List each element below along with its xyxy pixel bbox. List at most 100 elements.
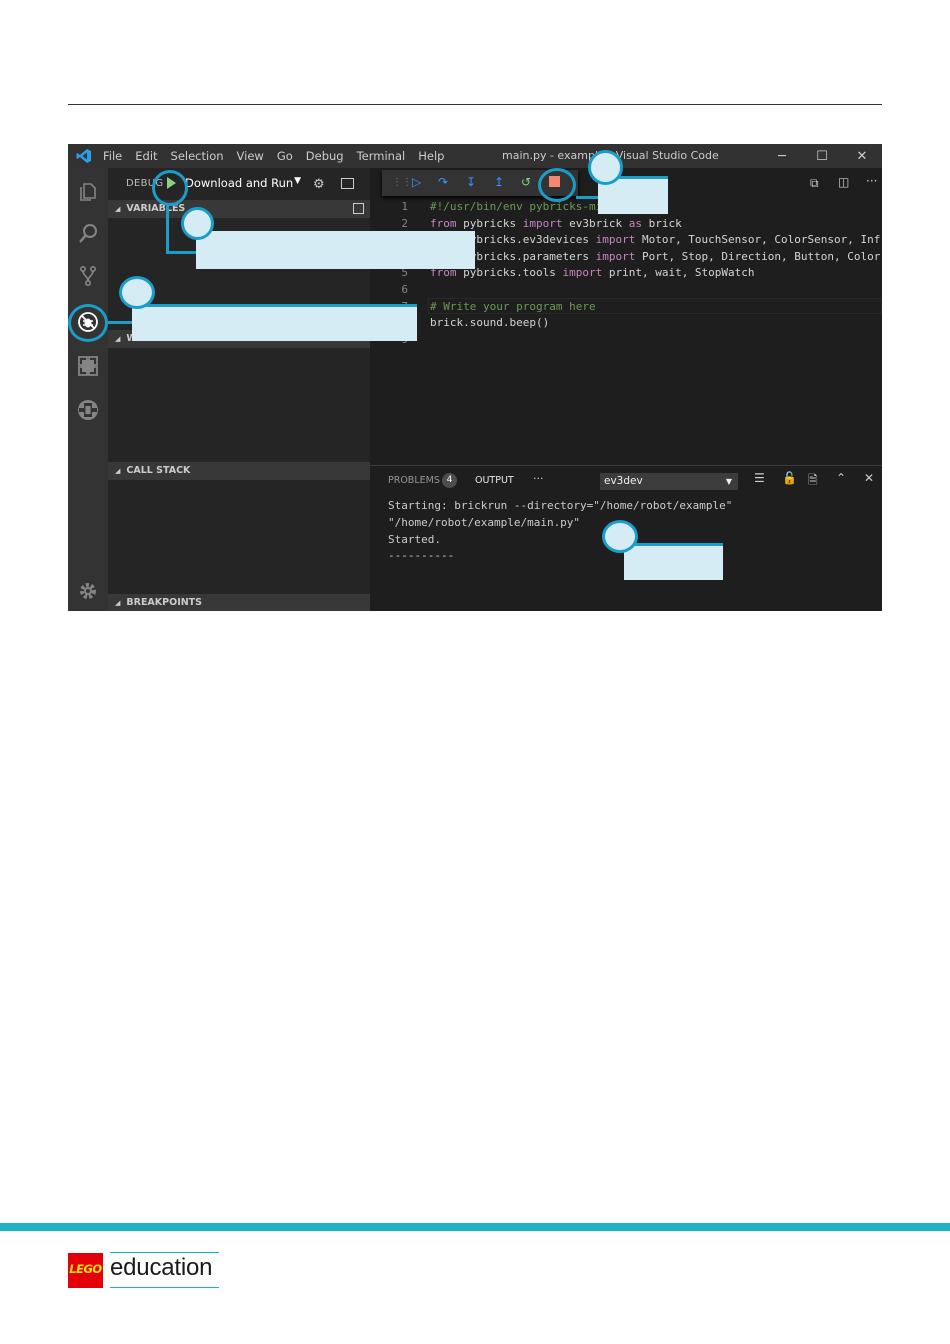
callout-ring-debug <box>68 304 108 342</box>
callout-ring-play <box>152 170 188 206</box>
line-number: 2 <box>401 216 408 230</box>
callout-number-1 <box>119 276 155 309</box>
callout-line <box>576 196 598 199</box>
section-variables[interactable]: ◢ VARIABLES <box>108 200 370 218</box>
collapse-all-icon[interactable] <box>353 203 364 214</box>
lock-scroll-icon[interactable]: 🔓 <box>782 471 797 485</box>
drag-handle-icon[interactable]: ⋮⋮ <box>392 177 412 188</box>
chevron-down-icon: ▼ <box>294 176 301 186</box>
callout-number-4 <box>602 520 638 553</box>
code-token: pybricks <box>456 216 523 230</box>
continue-icon[interactable]: ▷ <box>412 175 421 189</box>
step-out-icon[interactable]: ↥ <box>494 175 504 189</box>
code-text: from pybricks.parameters import Port, St… <box>430 249 880 266</box>
code-token: # Write your program here <box>430 299 596 313</box>
problems-count-badge: 4 <box>442 473 457 488</box>
code-text: from pybricks.tools import print, wait, … <box>430 265 755 282</box>
collapse-triangle-icon: ◢ <box>115 205 121 213</box>
collapse-triangle-icon: ◢ <box>115 599 121 607</box>
close-icon[interactable]: ✕ <box>842 144 882 168</box>
code-lines: 1 #!/usr/bin/env pybricks-micropython 2 fro… <box>370 199 882 348</box>
code-token: import <box>522 216 563 230</box>
menu-item-go[interactable]: Go <box>277 149 293 163</box>
open-log-file-icon[interactable]: 🗎 <box>808 471 818 492</box>
code-line: 6 <box>370 282 882 299</box>
lego-logo: LEGO <box>68 1253 103 1288</box>
restart-icon[interactable]: ↺ <box>521 175 531 189</box>
code-token: Motor, TouchSensor, ColorSensor, Infrare… <box>641 233 882 247</box>
tab-problems[interactable]: PROBLEMS <box>388 475 440 486</box>
callout-ring-stop <box>538 168 576 202</box>
close-panel-icon[interactable]: ✕ <box>864 471 874 485</box>
code-token: as <box>628 216 642 230</box>
callout-line <box>166 206 169 254</box>
open-changes-icon[interactable]: ⧉ <box>810 176 819 191</box>
configuration-value: Download and Run <box>185 176 294 190</box>
code-token: import <box>562 266 603 280</box>
manage-gear-icon[interactable] <box>68 571 108 611</box>
maximize-panel-icon[interactable]: ⌃ <box>836 471 846 485</box>
menu-item-terminal[interactable]: Terminal <box>357 149 406 163</box>
menu-item-help[interactable]: Help <box>418 149 444 163</box>
more-actions-icon[interactable]: ··· <box>866 174 877 188</box>
top-rule <box>68 104 882 105</box>
menu-item-file[interactable]: File <box>103 149 122 163</box>
callout-number-3 <box>588 150 623 185</box>
search-icon[interactable] <box>68 214 108 254</box>
education-rule-bottom <box>110 1287 219 1288</box>
panel-tabs: PROBLEMS 4 OUTPUT ··· ev3dev ▼ ☰ 🔓 🗎 ⌃ ✕ <box>370 466 882 496</box>
section-breakpoints[interactable]: ◢ BREAKPOINTS <box>108 594 370 611</box>
debug-settings-gear-icon[interactable]: ⚙ <box>313 177 325 192</box>
menu-item-edit[interactable]: Edit <box>135 149 157 163</box>
title-bar: File Edit Selection View Go Debug Terminal Help… <box>68 144 882 168</box>
output-channel-select[interactable]: ev3dev ▼ <box>600 473 738 490</box>
code-line: 2 from pybricks import ev3brick as brick <box>370 216 882 233</box>
callout-line <box>132 304 417 307</box>
output-line: "/home/robot/example/main.py" <box>388 515 581 529</box>
code-text: from pybricks import ev3brick as brick <box>430 216 682 233</box>
section-call-stack-label: CALL STACK <box>126 465 191 476</box>
clear-output-icon[interactable]: ☰ <box>754 471 765 485</box>
step-over-icon[interactable]: ↷ <box>438 175 448 189</box>
vscode-logo-icon <box>76 149 91 163</box>
menu-item-debug[interactable]: Debug <box>306 149 344 163</box>
more-tabs-icon[interactable]: ··· <box>533 472 544 485</box>
code-token: print, wait, StopWatch <box>602 266 755 280</box>
education-rule-top <box>110 1252 219 1253</box>
step-into-icon[interactable]: ↧ <box>466 175 476 189</box>
output-channel-value: ev3dev <box>604 475 643 487</box>
callout-box-2 <box>196 231 475 269</box>
maximize-icon[interactable]: ☐ <box>802 144 842 168</box>
window-controls: ─ ☐ ✕ <box>762 144 882 168</box>
education-wordmark: education <box>110 1254 213 1281</box>
code-text: brick.sound.beep() <box>430 315 549 332</box>
tab-output[interactable]: OUTPUT <box>475 475 514 486</box>
collapse-triangle-icon: ◢ <box>115 335 121 343</box>
split-editor-icon[interactable]: ◫ <box>838 175 849 189</box>
source-control-icon[interactable] <box>68 256 108 296</box>
explorer-icon[interactable] <box>68 172 108 212</box>
code-token: ev3brick <box>562 216 629 230</box>
code-token: pybricks.ev3devices <box>456 233 596 247</box>
code-token: import <box>595 233 636 247</box>
debug-console-icon[interactable] <box>341 178 354 189</box>
callout-line <box>108 321 132 324</box>
line-number: 6 <box>401 282 408 296</box>
minimize-icon[interactable]: ─ <box>762 144 802 168</box>
ev3-device-browser-icon[interactable] <box>68 390 108 430</box>
callout-box-1 <box>132 304 417 341</box>
menu-item-selection[interactable]: Selection <box>171 149 224 163</box>
callout-box-4 <box>624 543 723 580</box>
debug-configuration-select[interactable]: Download and Run ▼ <box>185 176 303 192</box>
callout-line <box>166 251 196 254</box>
section-call-stack[interactable]: ◢ CALL STACK <box>108 462 370 480</box>
code-line: 9 <box>370 332 882 349</box>
chevron-down-icon: ▼ <box>725 477 732 486</box>
menu-item-view[interactable]: View <box>237 149 264 163</box>
code-token: from <box>430 216 457 230</box>
extensions-icon[interactable] <box>68 346 108 386</box>
menu-bar: File Edit Selection View Go Debug Terminal Help <box>103 144 457 168</box>
footer-band <box>0 1223 950 1231</box>
section-breakpoints-label: BREAKPOINTS <box>126 597 202 608</box>
editor-actions: ⧉ ◫ ··· <box>802 168 882 198</box>
